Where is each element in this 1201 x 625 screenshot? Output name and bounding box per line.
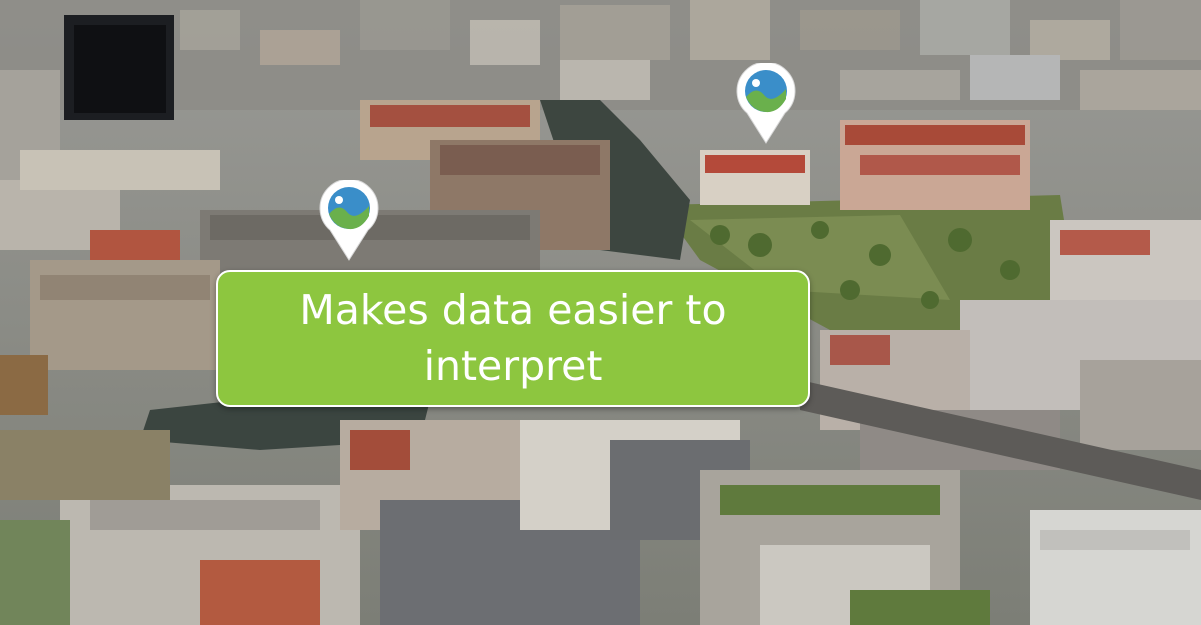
map-view[interactable]: Makes data easier to interpret xyxy=(0,0,1201,625)
callout-text: Makes data easier to interpret xyxy=(299,285,727,390)
map-pin-icon[interactable] xyxy=(317,180,381,262)
map-pin-icon[interactable] xyxy=(734,63,798,145)
info-callout: Makes data easier to interpret xyxy=(216,270,810,407)
